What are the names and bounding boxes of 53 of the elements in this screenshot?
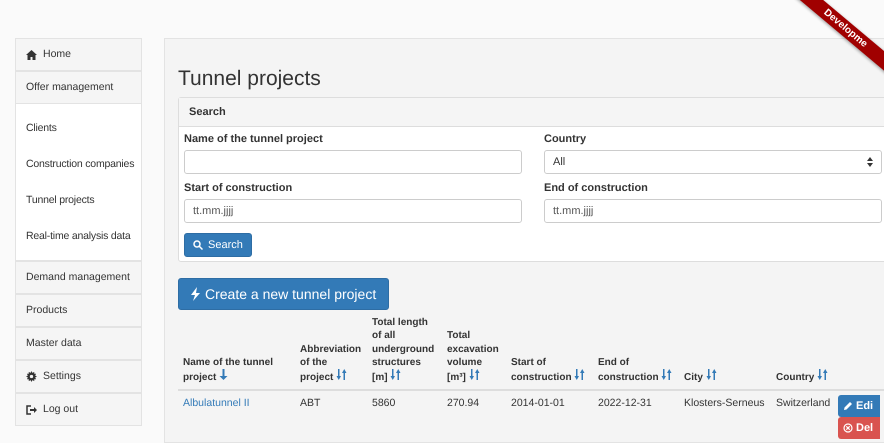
input-field[interactable] <box>184 150 522 174</box>
field-label: Country <box>544 133 588 145</box>
sidebar-item[interactable]: Home <box>15 38 142 71</box>
project-link[interactable]: Albulatunnel II <box>183 397 250 410</box>
sort-icon[interactable] <box>706 369 717 380</box>
home-icon <box>26 50 37 60</box>
sidebar-item[interactable]: Offer management <box>15 71 142 104</box>
column-header[interactable]: Name of the tunnel project <box>178 314 295 390</box>
sort-icon[interactable] <box>661 369 672 380</box>
sort-icon[interactable] <box>574 369 586 380</box>
pencil-icon <box>843 401 853 412</box>
column-header[interactable]: Abbreviation of the project <box>295 314 367 390</box>
close-circle-icon <box>843 423 853 434</box>
sidebar-item[interactable]: Settings <box>15 360 142 393</box>
logout-icon <box>26 404 37 414</box>
sort-icon[interactable] <box>336 369 348 380</box>
table-cell: ABT <box>300 397 320 410</box>
sidebar-item[interactable]: Demand management <box>15 261 142 294</box>
sort-descending-icon[interactable] <box>219 369 228 380</box>
input-field[interactable]: tt.mm.jjjj <box>544 199 882 223</box>
column-header[interactable]: City <box>679 314 771 390</box>
sidebar-item[interactable]: Log out <box>15 393 142 426</box>
settings-icon <box>26 371 37 382</box>
field-label: End of construction <box>544 182 649 194</box>
sort-icon[interactable] <box>468 369 480 380</box>
table-cell: 270.94 <box>447 397 480 410</box>
panel-heading: Search <box>179 98 884 127</box>
table-cell: 5860 <box>372 397 396 410</box>
sidebar-item[interactable]: Products <box>15 294 142 327</box>
field-label: Name of the tunnel project <box>184 133 324 145</box>
column-header[interactable]: End of construction <box>593 314 679 390</box>
column-header[interactable]: Country <box>771 314 838 390</box>
delete-button[interactable]: Del <box>838 417 880 440</box>
table-cell: 2022-12-31 <box>598 397 652 410</box>
create-button[interactable]: Create a new tunnel project <box>178 278 390 310</box>
page-title: Tunnel projects <box>178 67 322 91</box>
lightning-icon <box>191 287 200 301</box>
table-cell: Switzerland <box>776 397 830 410</box>
edit-button[interactable]: Edi <box>838 395 880 418</box>
column-header[interactable]: Total length of all underground structures [m] <box>367 314 442 390</box>
country-select[interactable]: All <box>544 150 882 174</box>
table-cell: Klosters-Serneus <box>684 397 765 410</box>
sort-icon[interactable] <box>390 369 402 380</box>
sidebar-item[interactable]: Master data <box>15 327 142 360</box>
table-cell: 2014-01-01 <box>511 397 565 410</box>
select-arrows-icon <box>867 157 873 167</box>
column-header[interactable]: Start of construction <box>506 314 593 390</box>
input-field[interactable]: tt.mm.jjjj <box>184 199 522 223</box>
column-header[interactable]: Total excavation volume [m³] <box>442 314 506 390</box>
field-label: Start of construction <box>184 182 294 194</box>
search-icon <box>193 240 203 250</box>
search-button[interactable]: Search <box>184 233 252 257</box>
sort-icon[interactable] <box>817 369 828 380</box>
